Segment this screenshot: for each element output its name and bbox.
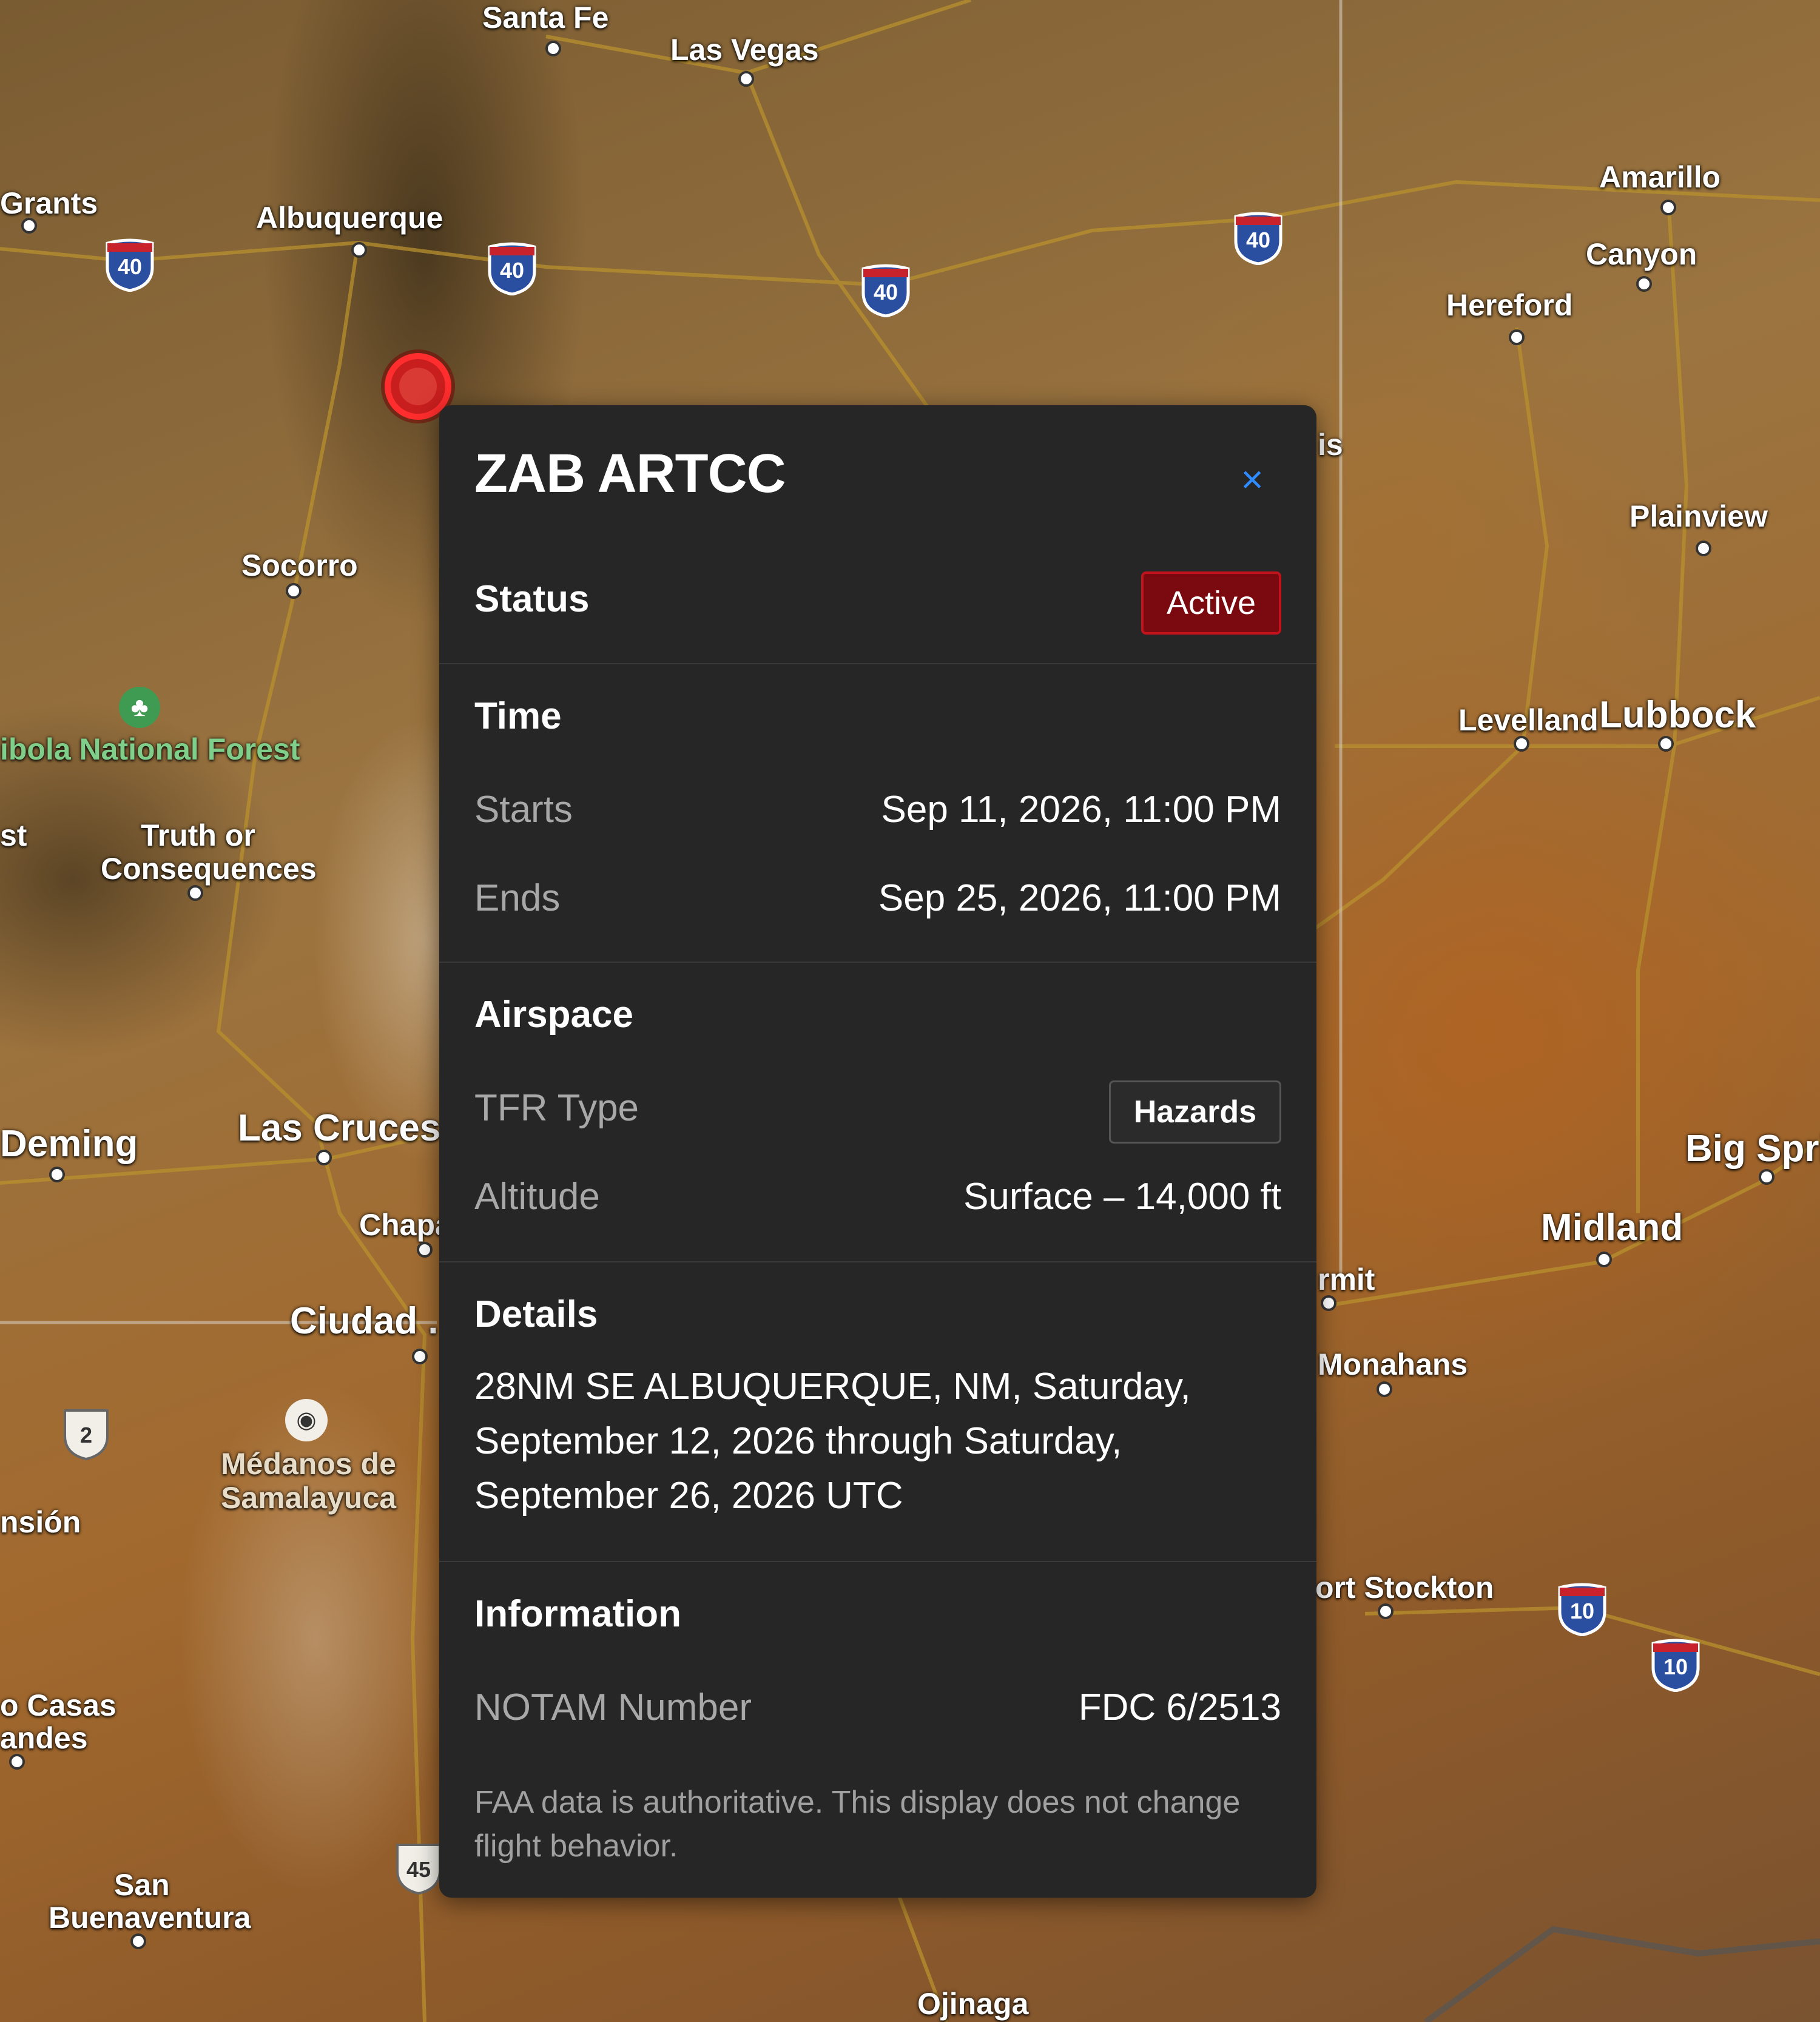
city-label-levelland: Levelland xyxy=(1458,703,1599,737)
city-label-st-partial: st xyxy=(0,818,27,852)
status-label: Status xyxy=(474,578,590,620)
altitude-value: Surface – 14,000 ft xyxy=(963,1176,1281,1218)
poi-label-medanos-1: Médanos de xyxy=(221,1447,396,1481)
city-dot xyxy=(1321,1295,1336,1311)
time-section: Time Starts Sep 11, 2026, 11:00 PM Ends … xyxy=(439,663,1316,962)
city-label-midland: Midland xyxy=(1541,1207,1684,1249)
city-dot xyxy=(49,1167,65,1182)
city-label-hereford: Hereford xyxy=(1446,288,1573,322)
city-dot xyxy=(1509,329,1525,345)
city-label-canyon: Canyon xyxy=(1586,237,1697,271)
altitude-label: Altitude xyxy=(474,1176,600,1218)
city-dot xyxy=(1696,541,1711,556)
forest-icon[interactable]: ♣ xyxy=(119,687,160,728)
city-label-ciudad-juarez: Ciudad . xyxy=(290,1300,439,1342)
starts-label: Starts xyxy=(474,789,573,831)
city-label-casas-grandes-2: andes xyxy=(0,1721,88,1755)
interstate-40-shield: 40 xyxy=(1231,211,1286,266)
city-dot xyxy=(545,41,561,56)
city-label-deming: Deming xyxy=(0,1123,138,1165)
route-45-shield: 45 xyxy=(391,1840,446,1895)
city-dot xyxy=(1660,200,1676,215)
notam-label: NOTAM Number xyxy=(474,1687,752,1728)
city-dot xyxy=(417,1242,433,1258)
interstate-40-shield: 40 xyxy=(858,263,913,318)
city-label-lubbock: Lubbock xyxy=(1599,694,1756,736)
city-label-las-vegas: Las Vegas xyxy=(670,33,819,67)
interstate-10-shield: 10 xyxy=(1648,1637,1703,1693)
disclaimer-text: FAA data is authoritative. This display … xyxy=(474,1785,1241,1864)
city-label-clovis-partial: is xyxy=(1318,428,1343,462)
city-dot xyxy=(1514,736,1529,752)
notam-row: NOTAM Number FDC 6/2513 xyxy=(474,1686,1281,1734)
tfr-detail-panel: ZAB ARTCC × Status Active Time Starts Se… xyxy=(439,405,1316,1898)
city-dot xyxy=(738,71,754,87)
notam-value: FDC 6/2513 xyxy=(1078,1687,1281,1728)
city-label-kermit: rmit xyxy=(1318,1262,1375,1296)
time-section-title: Time xyxy=(474,695,562,737)
city-dot xyxy=(1636,276,1652,292)
city-label-casas-grandes-1: o Casas xyxy=(0,1688,116,1722)
city-label-san-buenaventura-1: San xyxy=(114,1868,170,1902)
poi-label-cibola: ibola National Forest xyxy=(0,732,300,766)
city-dot xyxy=(286,583,302,599)
city-label-socorro: Socorro xyxy=(241,548,358,582)
interstate-40-shield: 40 xyxy=(103,237,157,292)
information-section: Information NOTAM Number FDC 6/2513 FAA … xyxy=(439,1561,1316,1898)
city-label-plainview: Plainview xyxy=(1630,499,1768,533)
tfr-type-label: TFR Type xyxy=(474,1087,639,1129)
details-text: 28NM SE ALBUQUERQUE, NM, Saturday, Septe… xyxy=(474,1366,1191,1517)
city-label-albuquerque: Albuquerque xyxy=(256,201,443,235)
information-section-title: Information xyxy=(474,1593,681,1635)
close-icon[interactable]: × xyxy=(1234,460,1270,499)
city-label-fort-stockton: ort Stockton xyxy=(1315,1571,1494,1605)
interstate-40-shield: 40 xyxy=(485,241,539,296)
city-dot xyxy=(187,885,203,901)
details-section-title: Details xyxy=(474,1293,598,1335)
status-badge: Active xyxy=(1141,571,1281,635)
city-label-amarillo: Amarillo xyxy=(1599,160,1721,194)
altitude-row: Altitude Surface – 14,000 ft xyxy=(474,1175,1281,1224)
city-label-las-cruces: Las Cruces xyxy=(238,1107,441,1149)
ends-value: Sep 25, 2026, 11:00 PM xyxy=(878,877,1281,919)
ends-row: Ends Sep 25, 2026, 11:00 PM xyxy=(474,877,1281,925)
city-dot xyxy=(1596,1252,1612,1267)
city-label-ojinaga: Ojinaga xyxy=(917,1987,1029,2021)
city-label-santa-fe: Santa Fe xyxy=(482,1,609,35)
status-row: Status Active xyxy=(474,571,1281,638)
panel-title: ZAB ARTCC xyxy=(474,443,786,504)
starts-value: Sep 11, 2026, 11:00 PM xyxy=(881,789,1281,831)
camera-icon[interactable]: ◉ xyxy=(285,1399,328,1441)
tfr-type-badge: Hazards xyxy=(1108,1080,1281,1144)
poi-label-medanos-2: Samalayuca xyxy=(221,1481,397,1515)
panel-header: ZAB ARTCC × xyxy=(474,443,1281,516)
city-label-monahans: Monahans xyxy=(1318,1347,1468,1381)
city-label-grants: Grants xyxy=(0,186,98,220)
airspace-section: Airspace TFR Type Hazards Altitude Surfa… xyxy=(439,962,1316,1260)
city-label-san-buenaventura-2: Buenaventura xyxy=(49,1901,251,1935)
city-dot xyxy=(1377,1381,1392,1397)
city-label-truth-or-2: Consequences xyxy=(101,852,317,886)
city-label-truth-or-1: Truth or xyxy=(141,818,255,852)
ends-label: Ends xyxy=(474,877,561,919)
city-label-chaparral: Chapa xyxy=(359,1208,452,1242)
city-dot xyxy=(9,1754,25,1770)
starts-row: Starts Sep 11, 2026, 11:00 PM xyxy=(474,788,1281,837)
city-dot xyxy=(412,1349,428,1364)
tfr-type-row: TFR Type Hazards xyxy=(474,1080,1281,1144)
city-dot xyxy=(1658,736,1674,752)
details-section: Details 28NM SE ALBUQUERQUE, NM, Saturda… xyxy=(439,1261,1316,1560)
city-label-big-spring: Big Sprir xyxy=(1685,1128,1820,1170)
city-dot xyxy=(351,242,367,258)
city-label-ascension: nsión xyxy=(0,1505,81,1539)
route-2-shield: 2 xyxy=(59,1406,113,1461)
city-dot xyxy=(130,1933,146,1949)
city-dot xyxy=(1378,1603,1394,1619)
city-dot xyxy=(21,218,37,234)
city-dot xyxy=(316,1150,332,1165)
interstate-10-shield: 10 xyxy=(1555,1582,1609,1637)
city-dot xyxy=(1759,1169,1774,1185)
airspace-section-title: Airspace xyxy=(474,994,633,1036)
